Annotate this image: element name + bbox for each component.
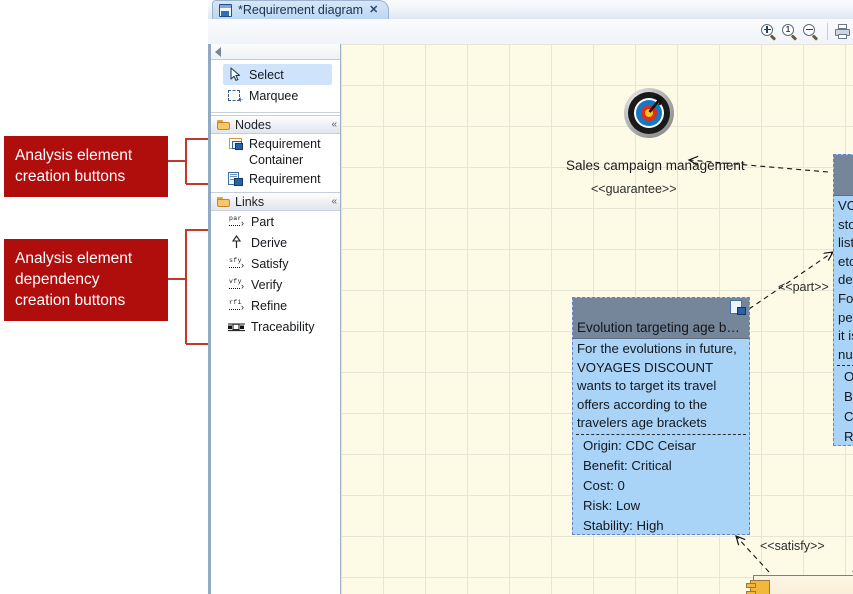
print-icon[interactable]	[835, 23, 851, 40]
zoom-out-icon[interactable]	[802, 23, 820, 41]
palette-tool-select[interactable]: Select	[223, 64, 332, 85]
refine-link-tag: rfi	[229, 298, 242, 306]
palette-item-traceability[interactable]: Traceability	[211, 316, 340, 337]
part-link-tag: par	[229, 214, 242, 222]
marquee-icon: +	[228, 88, 243, 105]
palette-item-part[interactable]: par › Part	[211, 211, 340, 232]
palette-item-derive[interactable]: Derive	[211, 232, 340, 253]
requirement-icon	[228, 171, 243, 186]
traceability-link-icon	[228, 321, 245, 333]
diagram-icon	[219, 3, 232, 17]
close-icon[interactable]: ✕	[369, 4, 378, 16]
toolbar-divider	[827, 23, 828, 40]
node-property: Benefit: Critical	[583, 457, 672, 473]
palette-item-requirement-container[interactable]: Requirement Container	[211, 134, 340, 168]
requirement-container-icon	[228, 136, 243, 150]
palette-divider	[211, 112, 340, 113]
verify-link-icon: vfy ›	[229, 277, 244, 291]
cursor-icon	[228, 67, 243, 82]
node-property: Risk: Low	[844, 429, 853, 445]
node-description: VOYAGES DISCOUNT intends to store the cl…	[838, 198, 853, 362]
palette-item-requirement-container-label: Requirement Container	[249, 137, 321, 167]
node-property: Benefit: Critical	[844, 389, 853, 405]
palette-item-satisfy-label: Satisfy	[251, 256, 289, 271]
chevron-collapse-icon[interactable]: «	[331, 196, 336, 207]
palette-group-nodes-label: Nodes	[235, 117, 272, 132]
node-description: For the evolutions in future, VOYAGES DI…	[577, 341, 737, 431]
annotation-creation-buttons: Analysis element creation buttons	[4, 136, 168, 197]
palette-item-derive-label: Derive	[251, 235, 288, 250]
folder-icon	[217, 196, 230, 207]
palette-group-links[interactable]: Links «	[211, 192, 340, 211]
label-part: <<part>>	[778, 280, 829, 294]
target-goal-icon	[624, 88, 674, 138]
palette-item-requirement[interactable]: Requirement	[211, 168, 340, 189]
chevron-collapse-icon[interactable]: «	[331, 119, 336, 130]
toolbar-right-group: 1	[760, 19, 853, 44]
palette-tool-marquee[interactable]: + Marquee	[211, 85, 340, 106]
diagram-editor-window: *Requirement diagram ✕ 1 Select + Marque…	[208, 0, 853, 594]
node-property: Origin: CDC Ceisar	[583, 437, 696, 453]
palette-item-refine[interactable]: rfi › Refine	[211, 295, 340, 316]
label-guarantee: <<guarantee>>	[591, 182, 677, 196]
node-property: Cost: 0	[844, 409, 853, 425]
editor-toolbar: 1	[208, 19, 853, 45]
node-header: Clients information storage	[834, 155, 853, 196]
satisfy-link-tag: sfy	[229, 256, 242, 264]
screen-root: Analysis element creation buttons Analys…	[0, 0, 853, 594]
palette-item-requirement-label: Requirement	[249, 171, 321, 186]
derive-link-icon	[228, 235, 245, 250]
tab-requirement-diagram[interactable]: *Requirement diagram ✕	[212, 0, 390, 19]
part-link-icon: par ›	[229, 214, 244, 228]
palette-item-verify[interactable]: vfy › Verify	[211, 274, 340, 295]
node-title: Evolution targeting age brac…	[577, 320, 749, 335]
refine-link-icon: rfi ›	[229, 298, 244, 312]
zoom-100-icon[interactable]: 1	[781, 23, 799, 41]
palette-item-part-label: Part	[251, 214, 274, 229]
node-properties: Origin: CDC Ceisar Benefit: Critical Cos…	[573, 435, 749, 534]
node-property: Cost: 0	[583, 477, 625, 493]
annotation-dependency-buttons: Analysis element dependency creation but…	[4, 239, 168, 321]
palette-tool-select-label: Select	[249, 67, 284, 82]
folder-icon	[217, 119, 230, 130]
zoom-in-icon[interactable]	[760, 23, 778, 41]
component-name: Client	[754, 576, 853, 594]
requirement-icon	[730, 300, 746, 315]
requirement-node-evolution-targeting-age-brackets[interactable]: Evolution targeting age brac… For the ev…	[572, 297, 750, 535]
tool-palette: Select + Marquee Nodes « Requirement Con…	[208, 44, 341, 594]
diagram-canvas[interactable]: Sales campaign management <<guarantee>> …	[341, 44, 853, 594]
diagram-title-label: Sales campaign management	[566, 158, 745, 173]
node-properties: Origin: CDC Ceisar Benefit: Critical Cos…	[834, 366, 853, 445]
editor-tab-strip: *Requirement diagram ✕	[208, 0, 853, 20]
component-client[interactable]: Client	[746, 575, 853, 594]
palette-tool-marquee-label: Marquee	[249, 88, 299, 103]
node-property: Risk: Low	[583, 497, 641, 513]
palette-item-verify-label: Verify	[251, 277, 283, 292]
tab-title: *Requirement diagram	[238, 3, 364, 17]
palette-item-refine-label: Refine	[251, 298, 288, 313]
palette-collapse-icon[interactable]	[215, 46, 221, 57]
node-title: Clients information storage	[834, 177, 853, 192]
node-header: Evolution targeting age brac…	[573, 298, 749, 339]
node-property: Stability: High	[583, 517, 664, 533]
palette-item-satisfy[interactable]: sfy › Satisfy	[211, 253, 340, 274]
verify-link-tag: vfy	[229, 277, 242, 285]
palette-item-traceability-label: Traceability	[251, 319, 315, 334]
palette-group-links-label: Links	[235, 194, 265, 209]
requirement-node-clients-information-storage[interactable]: Clients information storage VOYAGES DISC…	[833, 154, 853, 446]
node-property: Origin: CDC Ceisar	[844, 367, 853, 387]
palette-collapse-bar[interactable]	[211, 44, 340, 60]
label-satisfy-left: <<satisfy>>	[760, 539, 825, 553]
satisfy-link-icon: sfy ›	[229, 256, 244, 270]
palette-group-nodes[interactable]: Nodes «	[211, 115, 340, 134]
